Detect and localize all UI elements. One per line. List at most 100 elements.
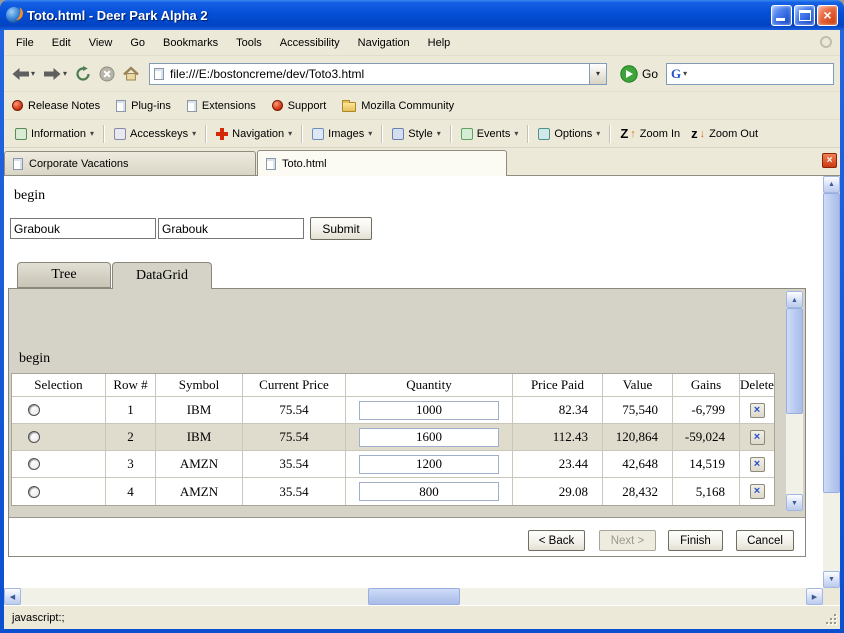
menu-help[interactable]: Help [420, 33, 459, 53]
bookmark-mozilla-community[interactable]: Mozilla Community [342, 100, 454, 112]
bookmarks-toolbar: Release Notes Plug-ins Extensions Suppor… [4, 92, 840, 120]
cancel-button[interactable]: Cancel [736, 530, 794, 551]
row-2-radio[interactable] [28, 431, 40, 443]
page-content: begin Submit Tree DataGrid begin Selecti… [4, 176, 823, 588]
status-bar: javascript:; [4, 605, 840, 629]
name-field-2[interactable] [158, 218, 304, 239]
go-button[interactable]: Go [614, 65, 664, 83]
close-tab-icon: × [827, 155, 833, 166]
close-tab-button[interactable]: × [822, 153, 837, 168]
dev-navigation-menu[interactable]: Navigation▾ [211, 125, 297, 143]
home-button[interactable] [120, 60, 142, 88]
tab-toto-html[interactable]: Toto.html [257, 150, 507, 176]
row-4-delete-button[interactable]: × [750, 484, 765, 499]
scroll-right-button[interactable]: ▶ [806, 588, 823, 605]
row-3-radio[interactable] [28, 458, 40, 470]
tab-tree[interactable]: Tree [17, 262, 111, 288]
up-arrow-icon: ▲ [791, 296, 798, 304]
browser-window: Toto.html - Deer Park Alpha 2 × File Edi… [0, 0, 844, 633]
minimize-button[interactable] [771, 5, 792, 26]
dev-style-menu[interactable]: Style▾ [387, 125, 445, 143]
finish-button[interactable]: Finish [668, 530, 723, 551]
go-label: Go [642, 67, 658, 81]
table-cell-selection [12, 478, 106, 505]
maximize-button[interactable] [794, 5, 815, 26]
scroll-up-button[interactable]: ▲ [823, 176, 840, 193]
dev-information-menu[interactable]: Information▾ [10, 125, 99, 143]
resize-grip[interactable] [824, 612, 838, 626]
dev-item-label: Options [554, 128, 592, 140]
search-engine-dropdown-icon[interactable]: ▾ [683, 69, 687, 78]
bookmark-plug-ins[interactable]: Plug-ins [116, 100, 171, 112]
zoom-in-z-icon: Z [620, 126, 628, 141]
scrollbar-thumb[interactable] [368, 588, 460, 605]
tab-corporate-vacations[interactable]: Corporate Vacations [4, 151, 256, 176]
dev-accesskeys-menu[interactable]: Accesskeys▾ [109, 125, 201, 143]
row-4-radio[interactable] [28, 486, 40, 498]
menu-accessibility[interactable]: Accessibility [272, 33, 348, 53]
table-cell-current-price: 75.54 [243, 424, 346, 451]
scroll-up-button[interactable]: ▲ [786, 291, 803, 308]
forward-button[interactable]: ▾ [40, 60, 70, 88]
scrollbar-thumb[interactable] [823, 193, 840, 493]
dev-item-label: Navigation [232, 128, 284, 140]
menu-view[interactable]: View [81, 33, 121, 53]
style-icon [392, 128, 404, 140]
forward-dropdown-icon[interactable]: ▾ [63, 69, 67, 78]
scroll-down-button[interactable]: ▼ [786, 494, 803, 511]
zoom-out-button[interactable]: z↓Zoom Out [686, 123, 763, 144]
grid-vertical-scrollbar[interactable]: ▲ ▼ [786, 291, 803, 511]
url-dropdown-button[interactable]: ▾ [589, 64, 606, 84]
row-1-delete-button[interactable]: × [750, 403, 765, 418]
submit-button[interactable]: Submit [310, 217, 372, 240]
back-button[interactable]: ▾ [8, 60, 38, 88]
menu-go[interactable]: Go [122, 33, 153, 53]
table-cell-row-num: 4 [106, 478, 156, 505]
dev-options-menu[interactable]: Options▾ [533, 125, 605, 143]
row-3-delete-button[interactable]: × [750, 457, 765, 472]
scrollbar-thumb[interactable] [786, 308, 803, 414]
scroll-down-button[interactable]: ▼ [823, 571, 840, 588]
bookmark-release-notes[interactable]: Release Notes [12, 100, 100, 112]
page-horizontal-scrollbar[interactable]: ◀ ▶ [4, 588, 823, 605]
back-wizard-button[interactable]: < Back [528, 530, 585, 551]
zoom-in-button[interactable]: Z↑Zoom In [615, 123, 685, 144]
url-bar[interactable]: file:///E:/bostoncreme/dev/Toto3.html ▾ [149, 63, 607, 85]
zoom-out-z-icon: z [691, 126, 698, 141]
menu-edit[interactable]: Edit [44, 33, 79, 53]
row-1-radio[interactable] [28, 404, 40, 416]
page-vertical-scrollbar[interactable]: ▲ ▼ [823, 176, 840, 588]
scroll-left-button[interactable]: ◀ [4, 588, 21, 605]
reload-button[interactable] [72, 60, 94, 88]
dev-events-menu[interactable]: Events▾ [456, 125, 524, 143]
dev-item-label: Information [31, 128, 86, 140]
bookmark-support[interactable]: Support [272, 100, 327, 112]
row-3-quantity-input[interactable] [359, 455, 499, 474]
tab-page-icon [13, 158, 23, 170]
title-bar[interactable]: Toto.html - Deer Park Alpha 2 × [0, 0, 844, 30]
stop-button[interactable] [96, 60, 118, 88]
search-input[interactable]: G ▾ [666, 63, 834, 85]
name-field-1[interactable] [10, 218, 156, 239]
row-1-quantity-input[interactable] [359, 401, 499, 420]
datagrid-scroll-area: begin Selection Row # Symbol Current Pri… [9, 289, 805, 518]
dev-images-menu[interactable]: Images▾ [307, 125, 377, 143]
menu-bookmarks[interactable]: Bookmarks [155, 33, 226, 53]
back-dropdown-icon[interactable]: ▾ [31, 69, 35, 78]
menu-file[interactable]: File [8, 33, 42, 53]
close-button[interactable]: × [817, 5, 838, 26]
bookmark-label: Mozilla Community [361, 100, 454, 112]
begin-text: begin [14, 188, 45, 204]
table-cell-price-paid: 23.44 [513, 451, 603, 478]
menu-tools[interactable]: Tools [228, 33, 270, 53]
tree-tab-label: Tree [51, 267, 76, 283]
menu-navigation[interactable]: Navigation [350, 33, 418, 53]
table-cell-value: 120,864 [603, 424, 673, 451]
tab-datagrid[interactable]: DataGrid [112, 262, 212, 289]
row-2-delete-button[interactable]: × [750, 430, 765, 445]
row-2-quantity-input[interactable] [359, 428, 499, 447]
table-cell-delete: × [740, 397, 774, 424]
bookmark-extensions[interactable]: Extensions [187, 100, 256, 112]
row-4-quantity-input[interactable] [359, 482, 499, 501]
chevron-down-icon: ▾ [514, 129, 518, 138]
